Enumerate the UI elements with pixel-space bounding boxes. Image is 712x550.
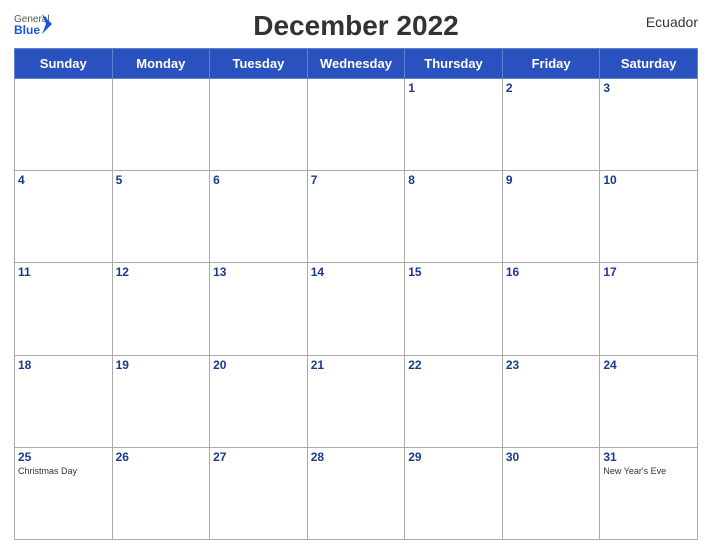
day-cell-w5-d7: 31 New Year's Eve (600, 447, 698, 539)
calendar-header: General Blue December 2022 Ecuador (14, 10, 698, 42)
day-number: 28 (311, 450, 402, 464)
day-number: 30 (506, 450, 597, 464)
day-cell-w4-d1: 18 (15, 355, 113, 447)
day-cell-w1-d7: 3 (600, 79, 698, 171)
day-number: 26 (116, 450, 207, 464)
event-text: New Year's Eve (603, 466, 694, 477)
day-number: 29 (408, 450, 499, 464)
day-cell-w4-d7: 24 (600, 355, 698, 447)
day-cell-w5-d1: 25 Christmas Day (15, 447, 113, 539)
day-number: 14 (311, 265, 402, 279)
week-row-2: 456789 10 (15, 171, 698, 263)
day-cell-w3-d1: 11 (15, 263, 113, 355)
day-cell-w2-d6: 9 (502, 171, 600, 263)
day-cell-w4-d2: 19 (112, 355, 210, 447)
day-number: 22 (408, 358, 499, 372)
day-number: 10 (603, 173, 694, 187)
day-number: 6 (213, 173, 304, 187)
day-cell-w5-d2: 26 (112, 447, 210, 539)
day-cell-w1-d6: 2 (502, 79, 600, 171)
day-cell-w5-d4: 28 (307, 447, 405, 539)
day-number: 27 (213, 450, 304, 464)
col-tuesday: Tuesday (210, 49, 308, 79)
day-cell-w5-d3: 27 (210, 447, 308, 539)
week-row-1: 123 (15, 79, 698, 171)
day-cell-w3-d2: 12 (112, 263, 210, 355)
day-number: 5 (116, 173, 207, 187)
day-number: 15 (408, 265, 499, 279)
col-thursday: Thursday (405, 49, 503, 79)
day-cell-w4-d6: 23 (502, 355, 600, 447)
day-cell-w2-d3: 6 (210, 171, 308, 263)
month-title: December 2022 (253, 10, 458, 42)
day-number: 11 (18, 265, 109, 279)
calendar-container: General Blue December 2022 Ecuador Sunda… (0, 0, 712, 550)
week-row-3: 11 12 13 14 15 16 17 (15, 263, 698, 355)
day-cell-w2-d4: 7 (307, 171, 405, 263)
day-number: 8 (408, 173, 499, 187)
day-cell-w3-d5: 15 (405, 263, 503, 355)
svg-text:Blue: Blue (14, 23, 40, 37)
day-number: 16 (506, 265, 597, 279)
day-cell-w3-d7: 17 (600, 263, 698, 355)
col-wednesday: Wednesday (307, 49, 405, 79)
day-cell-w3-d3: 13 (210, 263, 308, 355)
day-cell-w4-d4: 21 (307, 355, 405, 447)
day-cell-w2-d5: 8 (405, 171, 503, 263)
day-number: 21 (311, 358, 402, 372)
day-cell-w4-d3: 20 (210, 355, 308, 447)
day-number: 24 (603, 358, 694, 372)
day-cell-w5-d5: 29 (405, 447, 503, 539)
day-number: 12 (116, 265, 207, 279)
calendar-table: Sunday Monday Tuesday Wednesday Thursday… (14, 48, 698, 540)
day-cell-w5-d6: 30 (502, 447, 600, 539)
day-cell-w2-d1: 4 (15, 171, 113, 263)
day-number: 17 (603, 265, 694, 279)
day-number: 9 (506, 173, 597, 187)
days-header-row: Sunday Monday Tuesday Wednesday Thursday… (15, 49, 698, 79)
day-cell-w1-d1 (15, 79, 113, 171)
day-number: 7 (311, 173, 402, 187)
day-number: 3 (603, 81, 694, 95)
day-number: 25 (18, 450, 109, 464)
day-cell-w1-d3 (210, 79, 308, 171)
logo-icon: General Blue (14, 10, 52, 46)
col-friday: Friday (502, 49, 600, 79)
logo: General Blue (14, 10, 52, 46)
day-number: 1 (408, 81, 499, 95)
day-cell-w2-d2: 5 (112, 171, 210, 263)
day-number: 13 (213, 265, 304, 279)
day-number: 23 (506, 358, 597, 372)
day-number: 20 (213, 358, 304, 372)
col-sunday: Sunday (15, 49, 113, 79)
day-cell-w3-d6: 16 (502, 263, 600, 355)
day-number: 19 (116, 358, 207, 372)
day-cell-w1-d2 (112, 79, 210, 171)
calendar-body: 1234567891011121314151617181920212223242… (15, 79, 698, 540)
week-row-5: 25 Christmas Day 26 27 28 29 30 31 New Year's Ev… (15, 447, 698, 539)
col-monday: Monday (112, 49, 210, 79)
day-number: 18 (18, 358, 109, 372)
day-cell-w4-d5: 22 (405, 355, 503, 447)
day-cell-w3-d4: 14 (307, 263, 405, 355)
day-number: 31 (603, 450, 694, 464)
day-cell-w2-d7: 10 (600, 171, 698, 263)
day-number: 2 (506, 81, 597, 95)
day-number: 4 (18, 173, 109, 187)
day-cell-w1-d4 (307, 79, 405, 171)
country-label: Ecuador (646, 14, 698, 30)
day-cell-w1-d5: 1 (405, 79, 503, 171)
week-row-4: 18 19 20 21 22 23 24 (15, 355, 698, 447)
event-text: Christmas Day (18, 466, 109, 477)
col-saturday: Saturday (600, 49, 698, 79)
